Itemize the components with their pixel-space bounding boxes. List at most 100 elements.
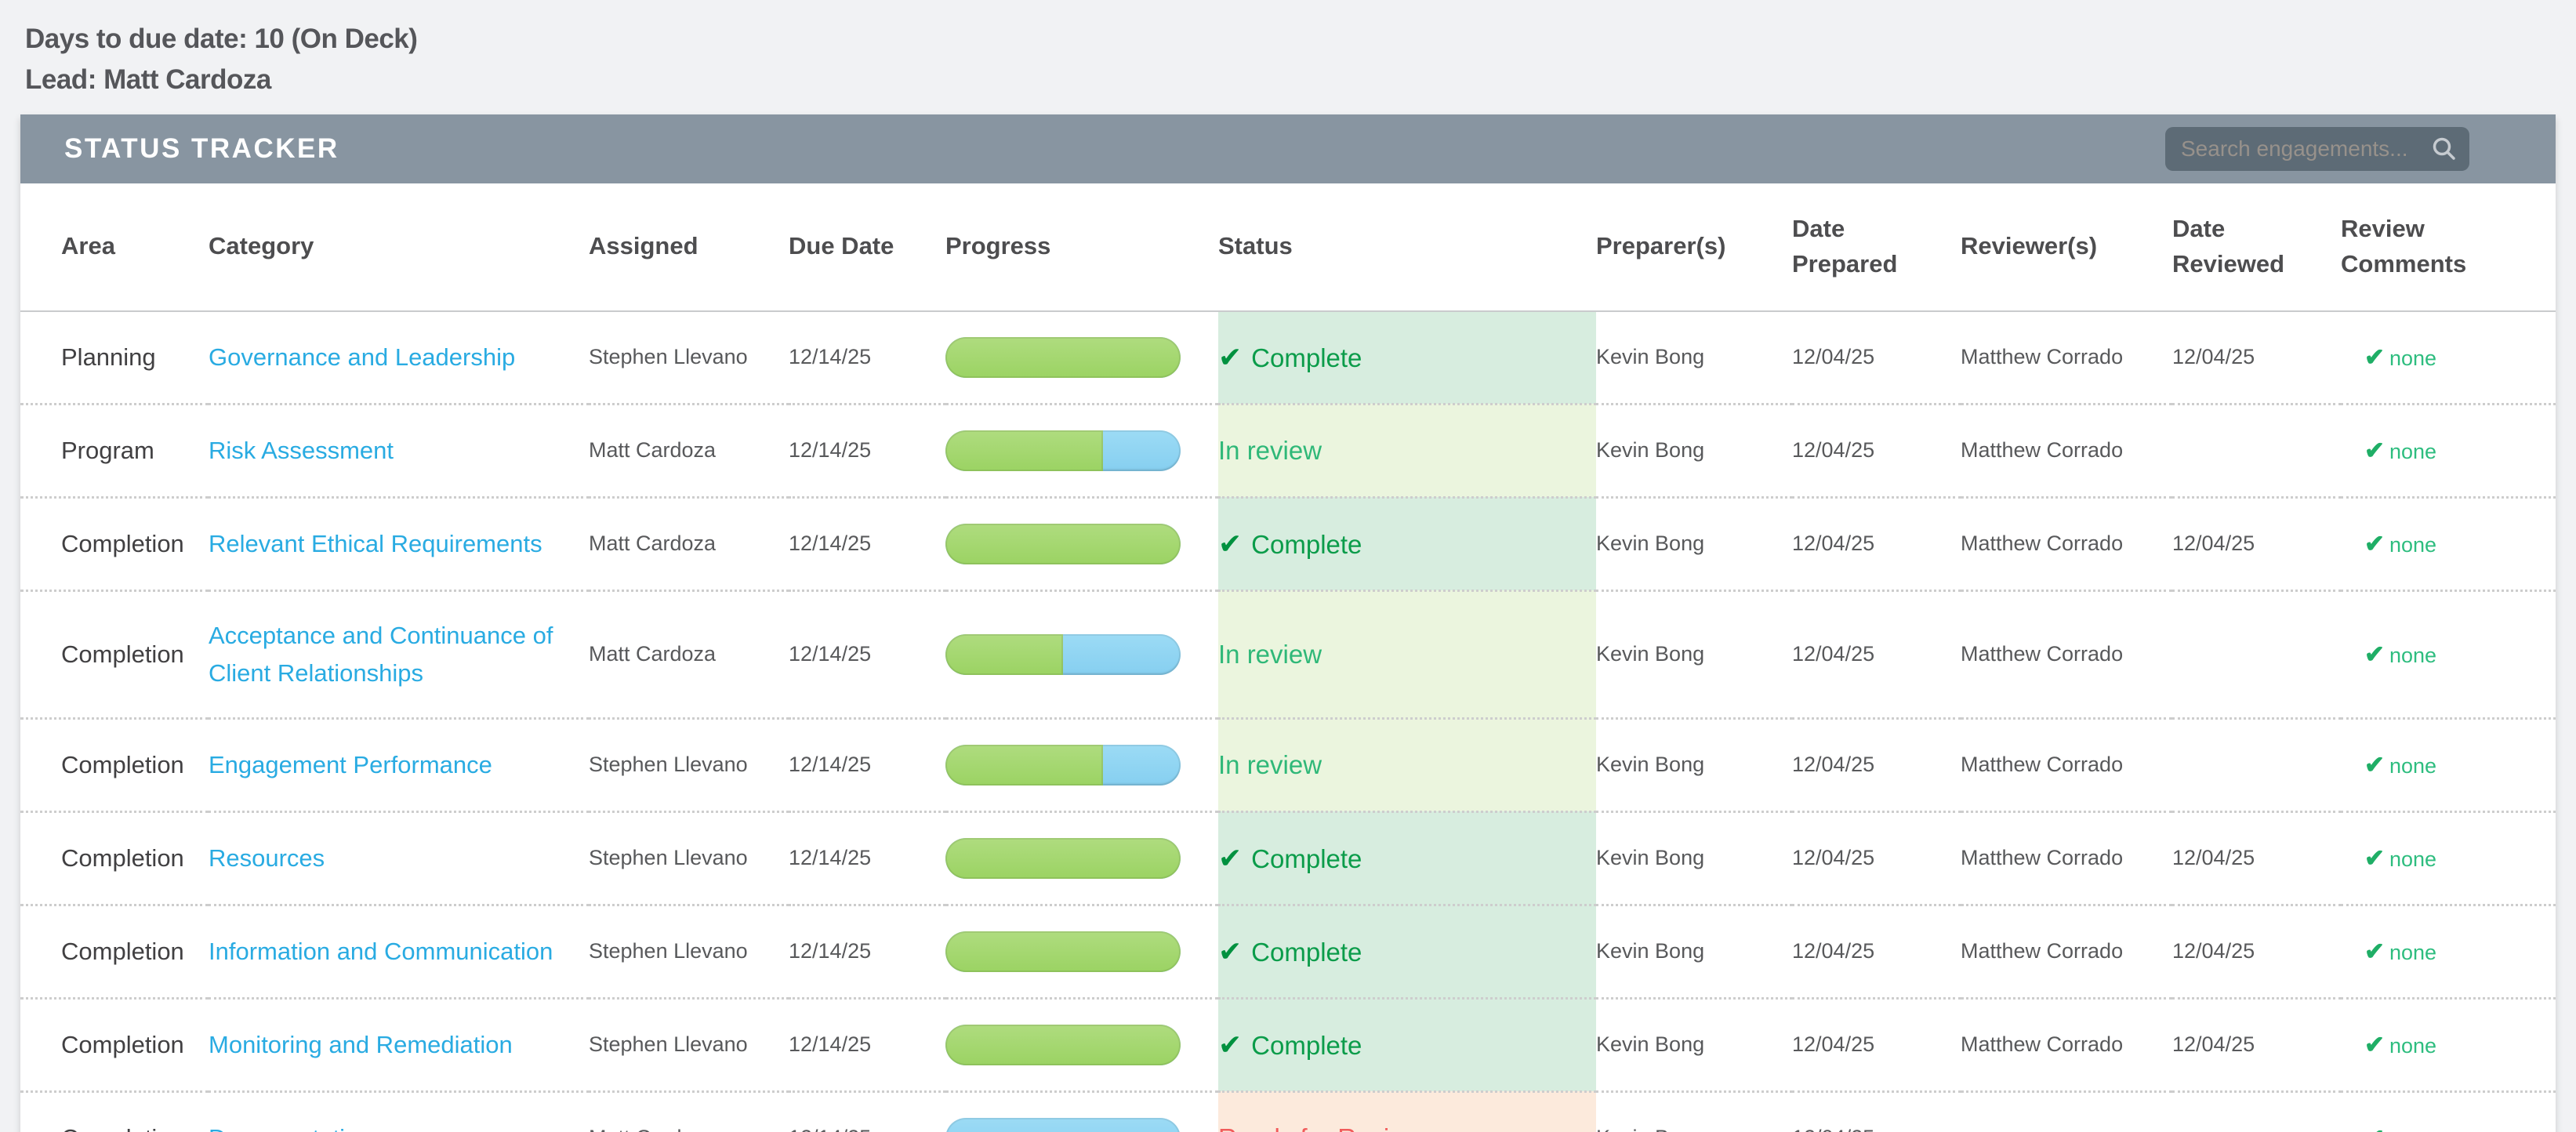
assigned-cell: Stephen Llevano (589, 905, 789, 998)
reviewers-cell: Matthew Corrado (1961, 590, 2172, 718)
assigned-cell: Matt Cardoza (589, 404, 789, 497)
date-prepared-cell: 12/04/25 (1792, 311, 1961, 405)
date-prepared-cell: 12/04/25 (1792, 497, 1961, 590)
category-cell: Engagement Performance (209, 718, 589, 811)
progress-fill (945, 430, 1103, 471)
reviewers-cell: Matthew Corrado (1961, 497, 2172, 590)
status-label: In review (1218, 750, 1322, 779)
search-input[interactable] (2181, 136, 2430, 161)
progress-cell (945, 497, 1218, 590)
assigned-cell: Stephen Llevano (589, 311, 789, 405)
review-comments-cell: ✔none (2341, 590, 2556, 718)
date-prepared-cell: 12/04/25 (1792, 905, 1961, 998)
table-row: Completion Documentation Matt Cardoza 12… (20, 1091, 2556, 1132)
due-date-cell: 12/14/25 (789, 497, 945, 590)
col-header-preparers: Preparer(s) (1596, 183, 1792, 311)
status-cell: ✔Ready for Review (1218, 1091, 1596, 1132)
due-date-cell: 12/14/25 (789, 404, 945, 497)
col-header-reviewers: Reviewer(s) (1961, 183, 2172, 311)
category-link[interactable]: Relevant Ethical Requirements (209, 525, 542, 563)
status-label: Complete (1251, 844, 1362, 873)
date-prepared-cell: 12/04/25 (1792, 718, 1961, 811)
date-reviewed-cell (2172, 718, 2341, 811)
check-icon: ✔ (2364, 343, 2385, 371)
table-header-row: Area Category Assigned Due Date Progress… (20, 183, 2556, 311)
date-reviewed-cell: 12/04/25 (2172, 311, 2341, 405)
check-icon: ✔ (2364, 751, 2385, 778)
date-prepared-cell: 12/04/25 (1792, 404, 1961, 497)
date-prepared-cell: 12/04/25 (1792, 590, 1961, 718)
reviewers-cell: Matthew Corrado (1961, 311, 2172, 405)
date-prepared-cell: 12/04/25 (1792, 1091, 1961, 1132)
col-header-due-date: Due Date (789, 183, 945, 311)
date-reviewed-cell: 12/04/25 (2172, 497, 2341, 590)
category-link[interactable]: Resources (209, 840, 325, 877)
assigned-cell: Stephen Llevano (589, 718, 789, 811)
status-tracker-table: Area Category Assigned Due Date Progress… (20, 183, 2556, 1132)
check-icon: ✔ (1218, 1029, 1242, 1061)
preparers-cell: Kevin Bong (1596, 1091, 1792, 1132)
review-comments-cell: ✔none (2341, 311, 2556, 405)
col-header-date-reviewed: Date Reviewed (2172, 183, 2341, 311)
due-date-cell: 12/14/25 (789, 311, 945, 405)
category-cell: Documentation (209, 1091, 589, 1132)
progress-bar (945, 931, 1181, 972)
progress-fill (945, 524, 1181, 564)
check-icon: ✔ (2364, 530, 2385, 557)
date-reviewed-cell: 12/04/25 (2172, 905, 2341, 998)
progress-bar (945, 634, 1181, 675)
review-comments-cell: ✔none (2341, 1091, 2556, 1132)
check-icon: ✔ (2364, 1031, 2385, 1058)
category-link[interactable]: Monitoring and Remediation (209, 1026, 513, 1064)
area-cell: Completion (20, 998, 209, 1091)
review-comments-cell: ✔none (2341, 811, 2556, 905)
check-icon: ✔ (1218, 935, 1242, 967)
area-cell: Completion (20, 905, 209, 998)
status-label: In review (1218, 640, 1322, 669)
status-cell: ✔Complete (1218, 905, 1596, 998)
category-link[interactable]: Risk Assessment (209, 432, 394, 470)
status-label: Ready for Review (1218, 1123, 1422, 1132)
check-icon: ✔ (1218, 528, 1242, 560)
category-link[interactable]: Engagement Performance (209, 746, 492, 784)
status-cell: ✔ Complete (1218, 497, 1596, 590)
progress-fill (945, 745, 1103, 786)
status-cell: ✔In review (1218, 404, 1596, 497)
table-row: Completion Monitoring and Remediation St… (20, 998, 2556, 1091)
reviewers-cell: Matthew Corrado (1961, 998, 2172, 1091)
panel-header-bar: STATUS TRACKER (20, 114, 2556, 183)
preparers-cell: Kevin Bong (1596, 497, 1792, 590)
col-header-progress: Progress (945, 183, 1218, 311)
status-label: Complete (1251, 343, 1362, 372)
magnifier-icon[interactable] (2430, 135, 2458, 163)
progress-fill (945, 337, 1181, 378)
review-comments-cell: ✔none (2341, 404, 2556, 497)
category-cell: Resources (209, 811, 589, 905)
table-row: Planning Governance and Leadership Steph… (20, 311, 2556, 405)
preparers-cell: Kevin Bong (1596, 998, 1792, 1091)
category-link[interactable]: Governance and Leadership (209, 339, 515, 376)
category-cell: Risk Assessment (209, 404, 589, 497)
category-link[interactable]: Documentation (209, 1119, 372, 1132)
table-row: Completion Resources Stephen Llevano 12/… (20, 811, 2556, 905)
assigned-cell: Matt Cardoza (589, 497, 789, 590)
progress-cell (945, 404, 1218, 497)
col-header-assigned: Assigned (589, 183, 789, 311)
reviewers-cell (1961, 1091, 2172, 1132)
search-box[interactable] (2165, 127, 2469, 171)
category-cell: Governance and Leadership (209, 311, 589, 405)
progress-cell (945, 905, 1218, 998)
preparers-cell: Kevin Bong (1596, 311, 1792, 405)
check-icon: ✔ (1218, 341, 1242, 373)
progress-cell (945, 811, 1218, 905)
progress-bar (945, 838, 1181, 879)
review-comments-label: none (2389, 1127, 2436, 1132)
date-reviewed-cell (2172, 590, 2341, 718)
progress-cell (945, 1091, 1218, 1132)
category-link[interactable]: Acceptance and Continuance of Client Rel… (209, 617, 570, 692)
reviewers-cell: Matthew Corrado (1961, 404, 2172, 497)
category-link[interactable]: Information and Communication (209, 933, 553, 971)
assigned-cell: Matt Cardoza (589, 590, 789, 718)
status-label: Complete (1251, 530, 1362, 559)
progress-bar (945, 1118, 1181, 1132)
